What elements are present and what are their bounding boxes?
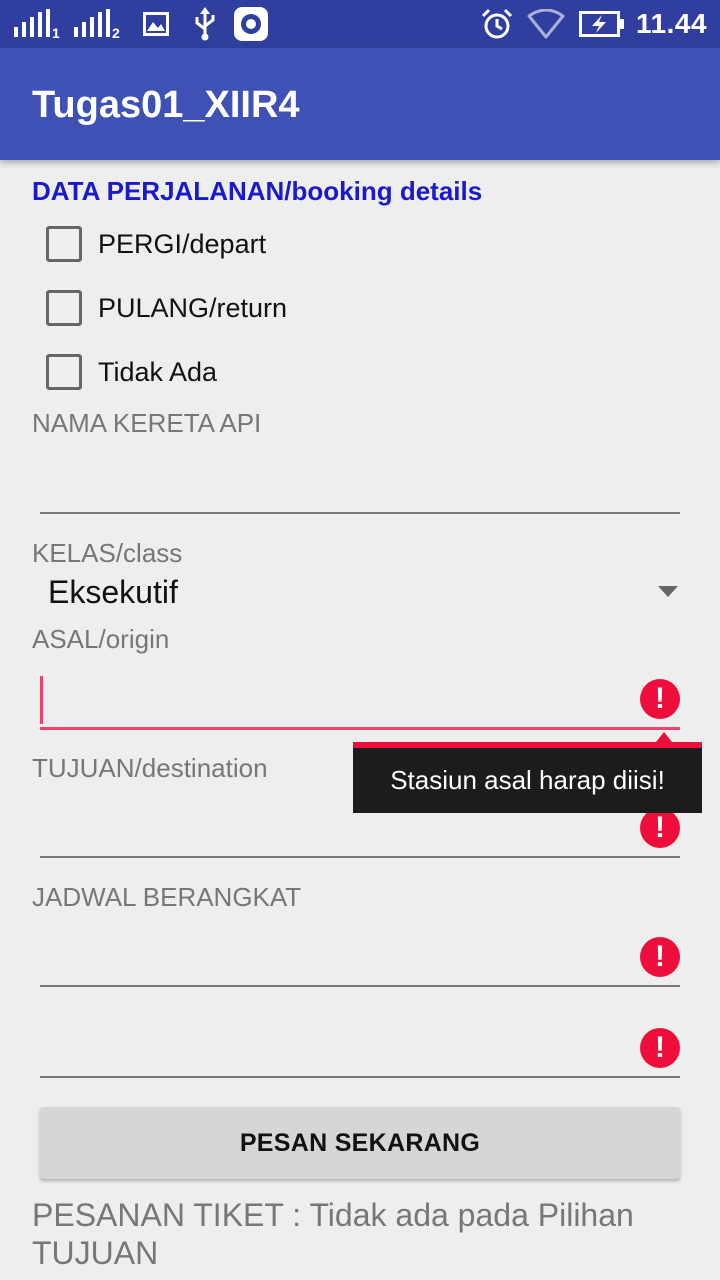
origin-input[interactable] (40, 727, 680, 730)
destination-label: TUJUAN/destination (32, 753, 268, 783)
app-bar: Tugas01_XIIR4 (0, 48, 720, 160)
error-popup-pointer (656, 732, 672, 742)
signal-icon (14, 9, 50, 37)
sim1-label: 1 (52, 25, 60, 41)
checkbox-box[interactable] (46, 226, 82, 262)
class-label: KELAS/class (32, 538, 183, 568)
wifi-icon (527, 0, 565, 48)
status-bar: 1 2 11.44 (0, 0, 720, 48)
error-icon: ! (640, 679, 680, 719)
screen-record-icon (234, 0, 268, 48)
destination-input[interactable] (40, 856, 680, 858)
battery-charging-icon (579, 0, 625, 48)
signal-icon (74, 9, 110, 37)
checkbox-box[interactable] (46, 354, 82, 390)
pesan-sekarang-button[interactable]: PESAN SEKARANG (40, 1107, 680, 1179)
signal-sim2: 2 (74, 0, 120, 48)
app-title: Tugas01_XIIR4 (32, 84, 300, 126)
error-popup: Stasiun asal harap diisi! (353, 742, 702, 813)
schedule-label: JADWAL BERANGKAT (32, 882, 302, 912)
extra-input[interactable] (40, 1076, 680, 1078)
checkbox-label: PULANG/return (98, 292, 288, 323)
result-text: PESANAN TIKET : Tidak ada pada Pilihan T… (32, 1197, 634, 1271)
origin-label: ASAL/origin (32, 624, 170, 654)
usb-icon (192, 0, 218, 48)
checkbox-pergi[interactable]: PERGI/depart (46, 220, 266, 268)
error-icon: ! (640, 937, 680, 977)
checkbox-label: Tidak Ada (98, 356, 218, 387)
train-name-input[interactable] (40, 512, 680, 514)
alarm-icon (481, 0, 513, 48)
sim2-label: 2 (112, 25, 120, 41)
status-time: 11.44 (636, 8, 708, 39)
error-icon: ! (640, 1028, 680, 1068)
dropdown-arrow-icon[interactable] (658, 586, 678, 597)
checkbox-label: PERGI/depart (98, 228, 267, 259)
error-icon: ! (640, 808, 680, 848)
image-icon (143, 0, 169, 48)
checkbox-tidak-ada[interactable]: Tidak Ada (46, 348, 217, 396)
class-spinner[interactable]: Eksekutif (48, 574, 178, 611)
checkbox-box[interactable] (46, 290, 82, 326)
section-title: DATA PERJALANAN/booking details (32, 176, 483, 206)
signal-sim1: 1 (14, 0, 60, 48)
train-name-label: NAMA KERETA API (32, 408, 262, 438)
text-cursor (40, 676, 43, 724)
checkbox-pulang[interactable]: PULANG/return (46, 284, 287, 332)
schedule-input[interactable] (40, 985, 680, 987)
